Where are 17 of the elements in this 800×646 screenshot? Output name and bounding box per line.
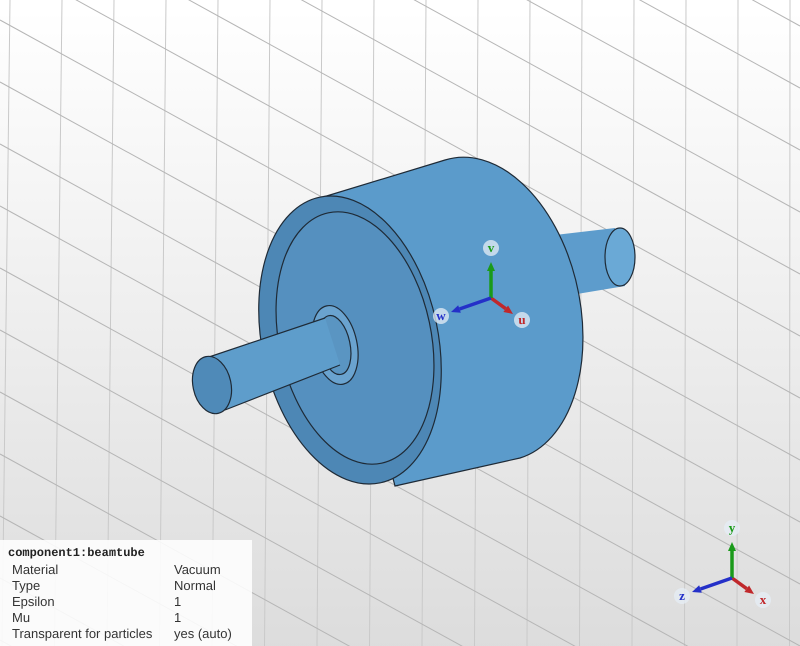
component-name: component1:beamtube: [8, 545, 146, 562]
property-label: Mu: [12, 610, 32, 626]
property-value: yes (auto): [174, 626, 232, 642]
axis-label: z: [674, 588, 690, 604]
property-value: Normal: [174, 578, 216, 594]
property-label: Epsilon: [12, 594, 56, 610]
property-label: Transparent for particles: [12, 626, 154, 642]
property-value: 1: [174, 610, 182, 626]
property-value: 1: [174, 594, 182, 610]
property-value: Vacuum: [174, 562, 221, 578]
property-label: Material: [12, 562, 60, 578]
axis-label: w: [433, 308, 449, 324]
property-label: Type: [12, 578, 42, 594]
axis-label: y: [724, 520, 740, 536]
axis-label: x: [755, 592, 771, 608]
axis-label: u: [514, 312, 530, 328]
axis-label: v: [483, 240, 499, 256]
